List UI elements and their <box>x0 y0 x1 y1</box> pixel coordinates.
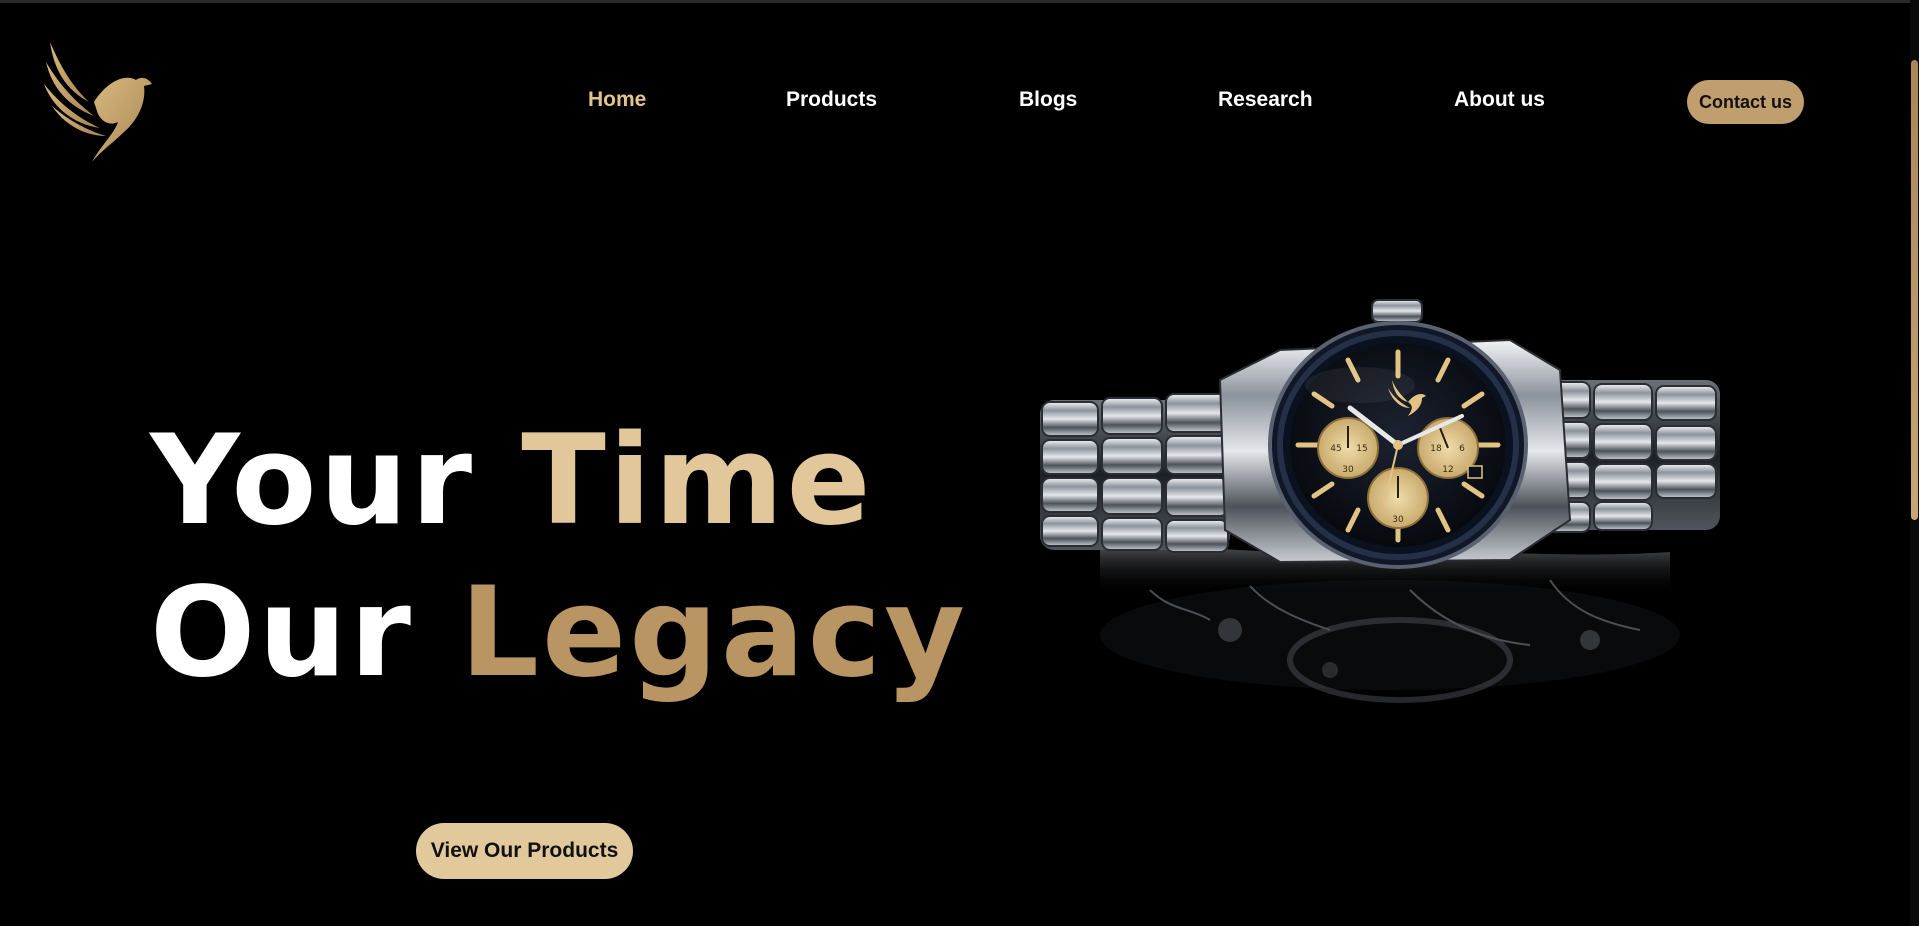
hero-word-time: Time <box>521 409 874 553</box>
main-navigation: Home Products Blogs Research About us Co… <box>0 78 1919 124</box>
hero-word-your: Your <box>150 409 476 553</box>
nav-link-about-us[interactable]: About us <box>1454 88 1545 112</box>
contact-us-button[interactable]: Contact us <box>1687 80 1804 124</box>
hero-line-2: Our Legacy <box>150 557 968 709</box>
subdial-right-label-6: 6 <box>1459 444 1465 454</box>
hero-watch-image: 45 15 30 18 6 12 30 <box>1030 290 1730 770</box>
hero-word-legacy: Legacy <box>460 561 968 705</box>
subdial-left-label-15: 15 <box>1356 444 1367 454</box>
subdial-left-label-45: 45 <box>1330 444 1341 454</box>
nav-link-blogs[interactable]: Blogs <box>1019 88 1077 112</box>
hero-word-our: Our <box>150 561 414 705</box>
subdial-left-label-30: 30 <box>1342 465 1354 475</box>
window-top-border <box>0 0 1919 3</box>
nav-link-home[interactable]: Home <box>588 88 646 112</box>
subdial-bottom-label-30: 30 <box>1392 515 1404 525</box>
nav-link-research[interactable]: Research <box>1218 88 1313 112</box>
scrollbar-thumb[interactable] <box>1911 60 1918 520</box>
view-products-button[interactable]: View Our Products <box>416 823 633 879</box>
hero-line-1: Your Time <box>150 405 968 557</box>
subdial-right-label-18: 18 <box>1430 444 1442 454</box>
page-scrollbar[interactable] <box>1910 0 1919 926</box>
hero-title: Your Time Our Legacy <box>150 405 968 709</box>
nav-link-products[interactable]: Products <box>786 88 877 112</box>
subdial-right-label-12: 12 <box>1442 465 1453 475</box>
